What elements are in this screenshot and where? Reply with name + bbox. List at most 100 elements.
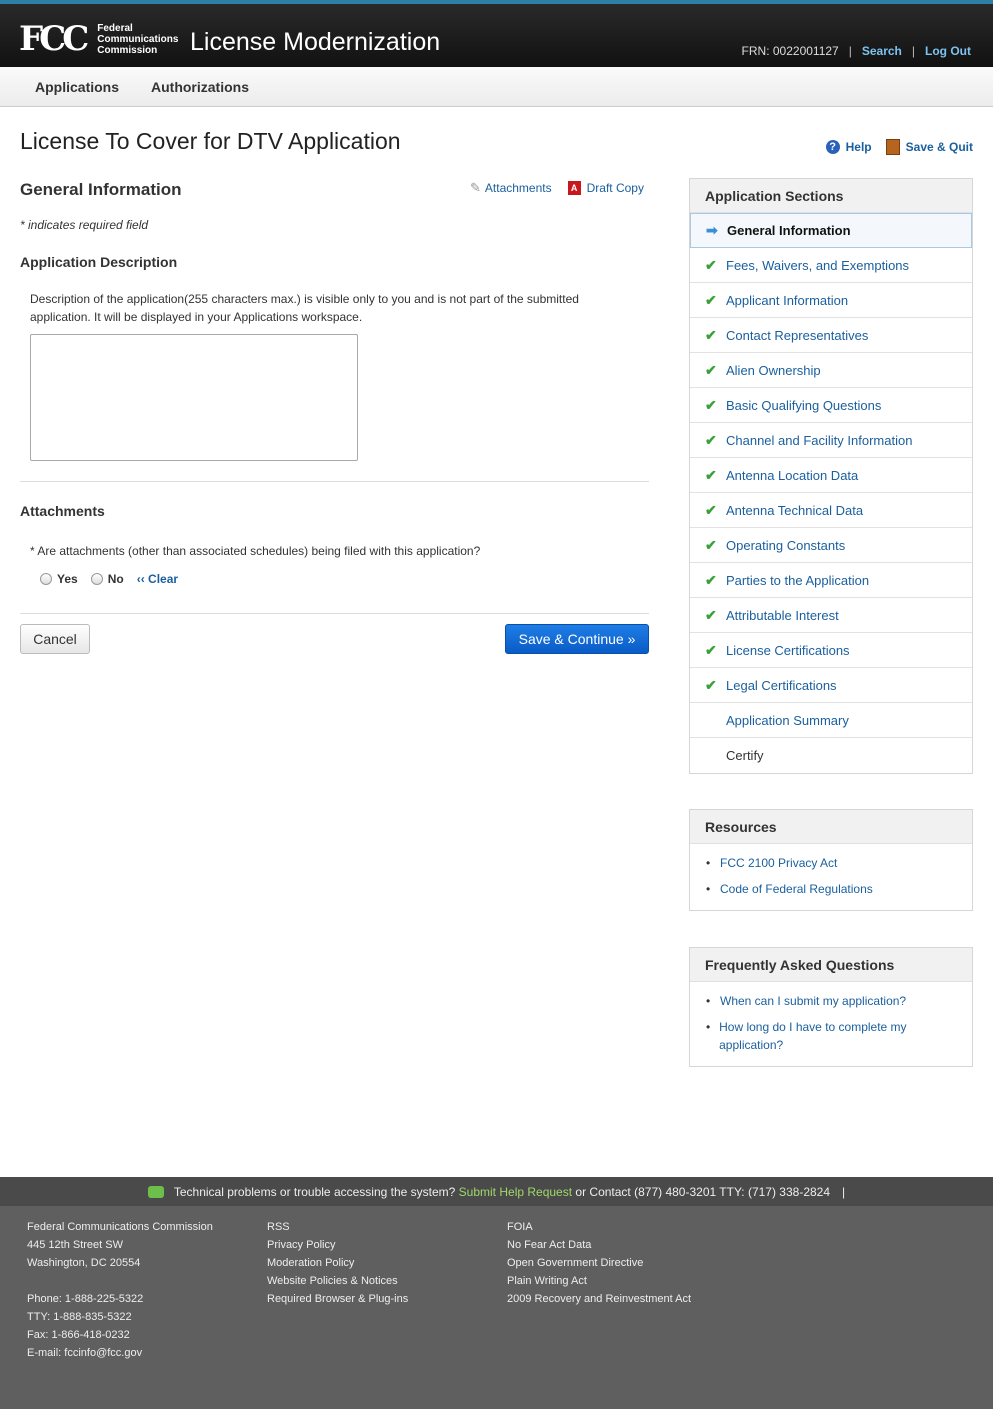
attachments-link[interactable]: Attachments <box>485 181 552 195</box>
footer-link[interactable]: Open Government Directive <box>507 1254 691 1272</box>
fcc-logo[interactable]: FCC Federal Communications Commission <box>19 22 178 56</box>
page-title: License To Cover for DTV Application <box>20 128 401 154</box>
app-description-input[interactable] <box>30 334 358 461</box>
pdf-icon[interactable]: A <box>567 181 581 195</box>
fcc-logo-mark: FCC <box>19 19 89 59</box>
clear-link[interactable]: ‹‹ Clear <box>137 572 178 586</box>
divider <box>20 613 649 614</box>
section-item[interactable]: ✔ Fees, Waivers, and Exemptions <box>690 248 972 283</box>
footer-contact-column: Federal Communications Commission 445 12… <box>27 1218 213 1362</box>
no-radio[interactable] <box>90 573 103 585</box>
section-item-label: Attributable Interest <box>726 607 839 623</box>
footer-link[interactable]: No Fear Act Data <box>507 1236 691 1254</box>
yes-radio[interactable] <box>40 573 52 585</box>
logout-link[interactable]: Log Out <box>925 44 971 58</box>
section-item-label: Antenna Location Data <box>726 467 859 483</box>
faq-link[interactable]: When can I submit my application? <box>720 992 906 1010</box>
section-item[interactable]: ✔ Antenna Location Data <box>690 458 972 493</box>
nav-applications[interactable]: Applications <box>35 79 119 95</box>
section-item[interactable]: ✔ Operating Constants <box>690 528 972 563</box>
check-icon: ✔ <box>705 536 717 553</box>
footer-link[interactable]: Required Browser & Plug-ins <box>267 1290 408 1308</box>
help-icon[interactable]: ? <box>825 140 840 154</box>
footer-link[interactable]: RSS <box>267 1218 408 1236</box>
footer-links-column: RSS Privacy Policy Moderation Policy Web… <box>267 1218 408 1308</box>
bullet: • <box>706 994 711 1008</box>
application-sections-panel: Application Sections ➡ General Informatio… <box>689 178 973 774</box>
cancel-button[interactable]: Cancel <box>20 624 90 654</box>
no-option[interactable]: No <box>90 572 124 586</box>
yes-option[interactable]: Yes <box>40 572 78 586</box>
save-continue-button[interactable]: Save & Continue » <box>505 624 649 654</box>
section-item-label: Application Summary <box>726 712 849 728</box>
sections-list: ➡ General Information ✔ Fees, Waivers, and … <box>690 213 972 773</box>
section-item[interactable]: ✔ Antenna Technical Data <box>690 493 972 528</box>
check-icon: ✔ <box>705 431 717 448</box>
agency-name: Federal Communications Commission <box>97 23 178 56</box>
submit-help-link[interactable]: Submit Help Request <box>459 1185 572 1199</box>
section-item[interactable]: ✔ Contact Representatives <box>690 318 972 353</box>
separator: | <box>848 44 852 58</box>
section-item[interactable]: Application Summary <box>690 703 972 738</box>
section-item[interactable]: ✔ Legal Certifications <box>690 668 972 703</box>
section-item[interactable]: ✔ Basic Qualifying Questions <box>690 388 972 423</box>
footer-text: TTY: 1-888-835-5322 <box>27 1311 132 1323</box>
attachments-radio-group: Yes No ‹‹ Clear <box>40 572 178 586</box>
nav-authorizations[interactable]: Authorizations <box>151 79 249 95</box>
section-item[interactable]: ✔ Channel and Facility Information <box>690 423 972 458</box>
section-item[interactable]: ➡ General Information <box>690 213 972 248</box>
paperclip-icon[interactable]: ✎ <box>470 180 481 196</box>
footer-link[interactable]: Moderation Policy <box>267 1254 408 1272</box>
section-item[interactable]: ✔ Alien Ownership <box>690 353 972 388</box>
help-link[interactable]: Help <box>846 140 872 154</box>
section-item-label: Applicant Information <box>726 292 849 308</box>
footer-email[interactable]: E-mail: fccinfo@fcc.gov <box>27 1344 213 1362</box>
footer-link[interactable]: Privacy Policy <box>267 1236 408 1254</box>
divider <box>20 481 649 482</box>
section-item-label: Channel and Facility Information <box>726 432 913 448</box>
check-icon: ✔ <box>705 571 717 588</box>
header-user-links: FRN: 0022001127 | Search | Log Out <box>742 44 971 58</box>
panel-heading: Resources <box>690 810 972 844</box>
search-link[interactable]: Search <box>862 44 902 58</box>
cfr-link[interactable]: Code of Federal Regulations <box>720 880 873 898</box>
separator: | <box>911 44 916 58</box>
app-title: License Modernization <box>190 28 441 56</box>
yes-label: Yes <box>57 572 78 586</box>
section-item[interactable]: ✔ Applicant Information <box>690 283 972 318</box>
list-item: • Code of Federal Regulations <box>690 878 972 904</box>
section-item-label: Alien Ownership <box>726 362 821 378</box>
exit-door-icon[interactable] <box>885 139 900 155</box>
draft-copy-link[interactable]: Draft Copy <box>587 181 644 195</box>
section-item[interactable]: ✔ License Certifications <box>690 633 972 668</box>
footer-link[interactable]: FOIA <box>507 1218 691 1236</box>
section-item-label: Operating Constants <box>726 537 846 553</box>
arrow-right-icon: ➡ <box>706 222 718 238</box>
agency-line: Federal <box>97 22 133 34</box>
section-item[interactable]: ✔ Parties to the Application <box>690 563 972 598</box>
privacy-act-link[interactable]: FCC 2100 Privacy Act <box>720 854 837 872</box>
section-item-label: Fees, Waivers, and Exemptions <box>726 257 910 273</box>
footer-link[interactable]: Website Policies & Notices <box>267 1272 408 1290</box>
check-icon: ✔ <box>705 291 717 308</box>
resources-list: • FCC 2100 Privacy Act • Code of Federal R… <box>690 844 972 910</box>
contact-text: or Contact (877) 480-3201 TTY: (717) 338… <box>575 1184 831 1199</box>
footer-text: 445 12th Street SW <box>27 1239 123 1251</box>
top-header: FCC Federal Communications Commission Li… <box>0 0 993 67</box>
footer-text: Phone: 1-888-225-5322 <box>27 1293 144 1305</box>
footer-link[interactable]: 2009 Recovery and Reinvestment Act <box>507 1290 691 1308</box>
required-note: * indicates required field <box>20 218 149 232</box>
section-item-label: Contact Representatives <box>726 327 869 343</box>
section-item-label: Basic Qualifying Questions <box>726 397 882 413</box>
footer-text: Federal Communications Commission <box>27 1221 213 1233</box>
section-item-label: Parties to the Application <box>726 572 870 588</box>
save-quit-link[interactable]: Save & Quit <box>906 140 973 154</box>
help-bar: Technical problems or trouble accessing … <box>0 1177 993 1206</box>
footer-link[interactable]: Plain Writing Act <box>507 1272 691 1290</box>
section-item-label: Certify <box>726 748 764 763</box>
section-item[interactable]: ✔ Attributable Interest <box>690 598 972 633</box>
no-label: No <box>107 572 124 586</box>
bullet: • <box>706 856 711 870</box>
section-item[interactable]: Certify <box>690 738 972 773</box>
faq-link[interactable]: How long do I have to complete my applic… <box>719 1018 958 1054</box>
